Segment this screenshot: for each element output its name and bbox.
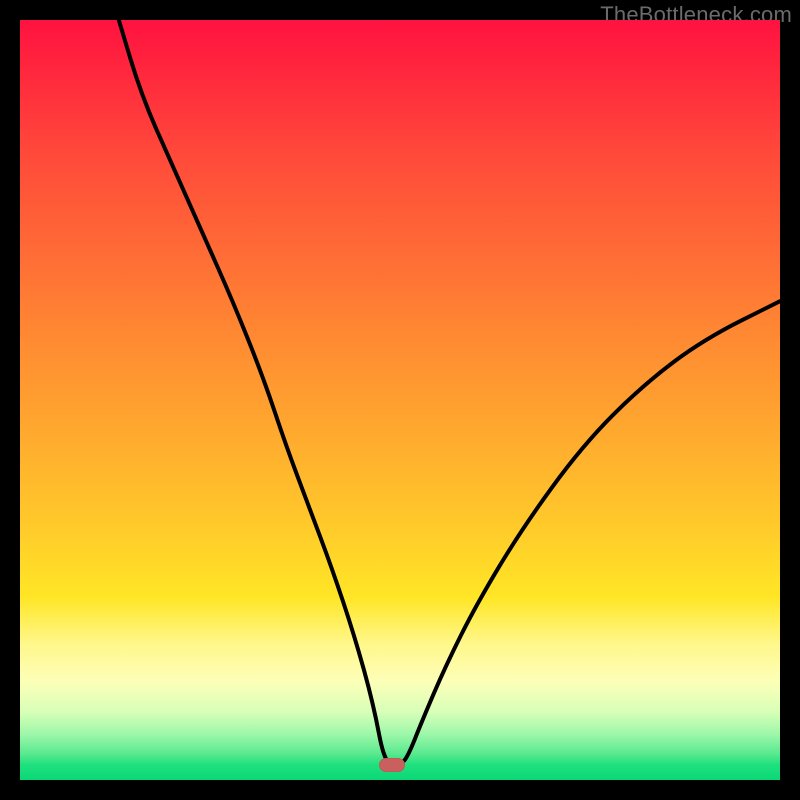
chart-frame: TheBottleneck.com <box>0 0 800 800</box>
optimal-point-marker <box>379 758 405 772</box>
bottleneck-curve <box>20 20 780 780</box>
plot-area <box>20 20 780 780</box>
